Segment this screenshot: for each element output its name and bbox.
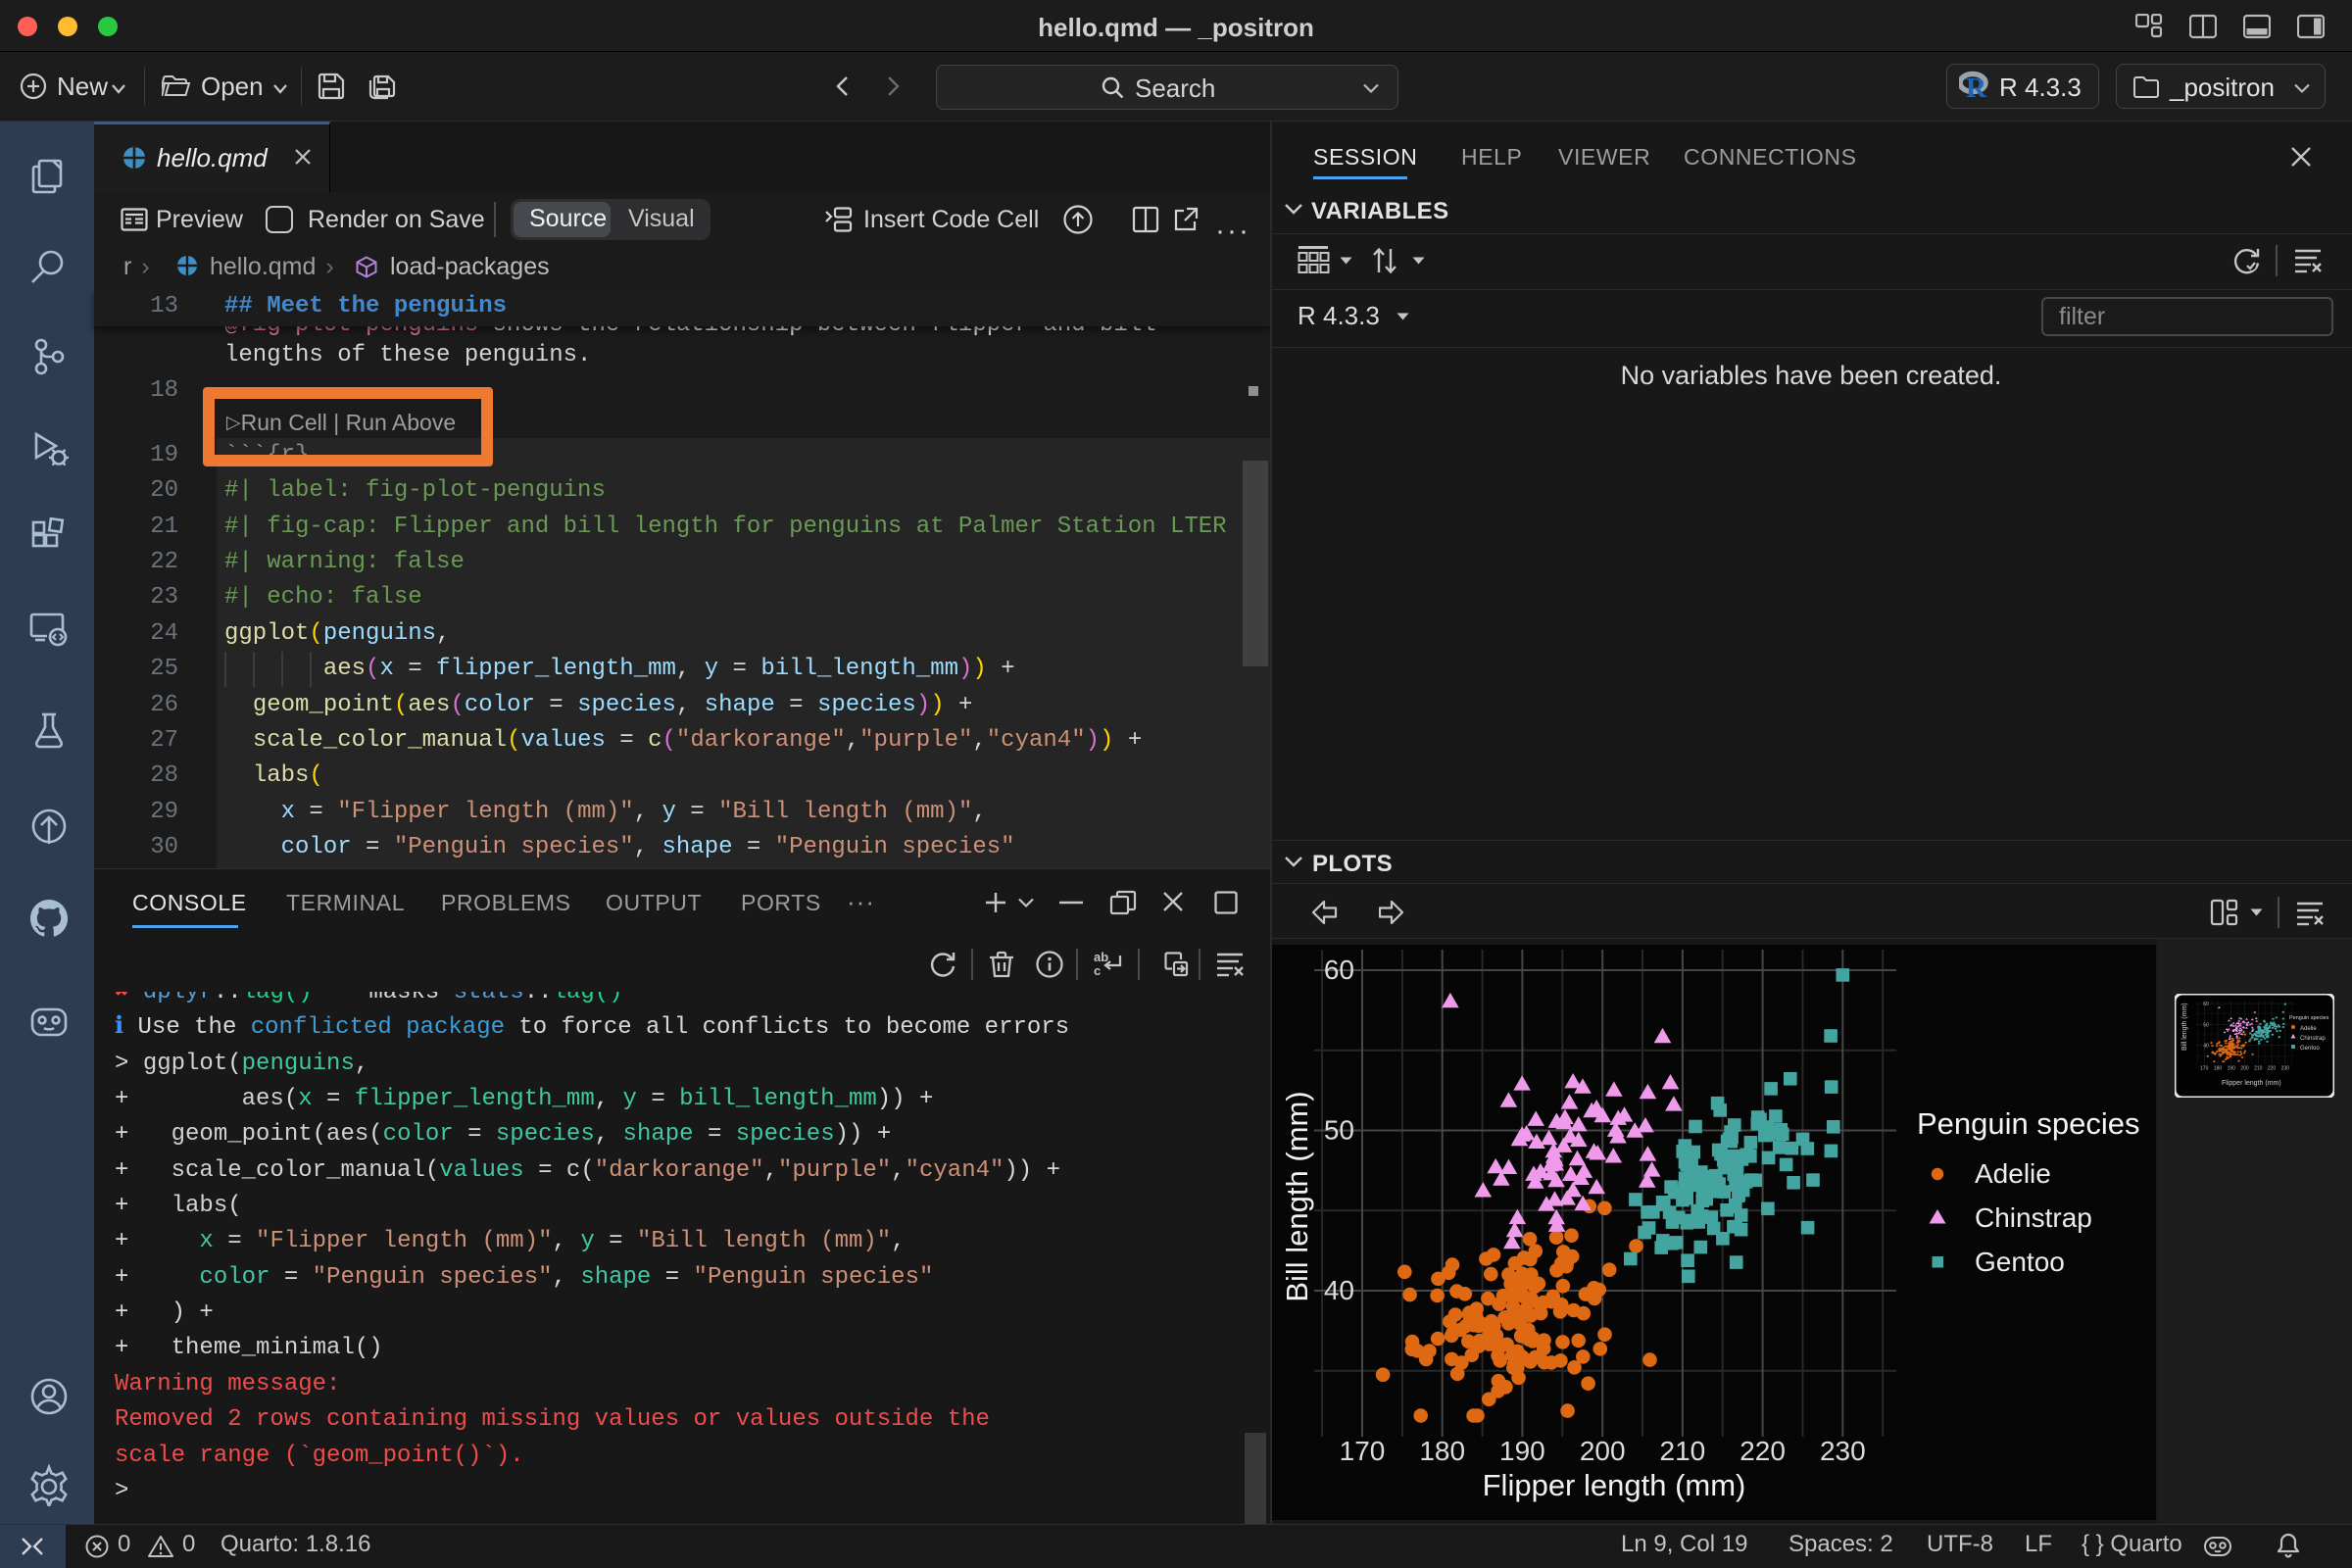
svg-text:220: 220 [1740, 1436, 1786, 1466]
svg-text:190: 190 [1499, 1436, 1545, 1466]
svg-text:Penguin species: Penguin species [1917, 1106, 2140, 1141]
svg-text:Penguin species: Penguin species [2289, 1015, 2329, 1021]
svg-text:170: 170 [1340, 1436, 1386, 1466]
svg-text:190: 190 [2228, 1066, 2236, 1072]
svg-text:Flipper length (mm): Flipper length (mm) [2222, 1080, 2281, 1087]
svg-text:R: R [1966, 73, 1987, 100]
svg-text:200: 200 [2240, 1066, 2249, 1072]
svg-text:60: 60 [1324, 955, 1354, 985]
svg-text:Adelie: Adelie [2300, 1026, 2317, 1032]
svg-text:60: 60 [2203, 1002, 2209, 1007]
svg-text:200: 200 [1580, 1436, 1626, 1466]
svg-text:ab: ab [1094, 950, 1108, 964]
svg-text:Chinstrap: Chinstrap [1975, 1202, 2092, 1233]
svg-text:50: 50 [1324, 1115, 1354, 1146]
svg-text:c: c [1094, 963, 1101, 978]
svg-text:210: 210 [2254, 1066, 2263, 1072]
svg-text:180: 180 [1419, 1436, 1465, 1466]
svg-text:50: 50 [2203, 1022, 2209, 1028]
svg-text:40: 40 [1324, 1275, 1354, 1305]
svg-text:210: 210 [1660, 1436, 1706, 1466]
svg-text:Bill length (mm): Bill length (mm) [1280, 1091, 1314, 1301]
svg-text:Bill length (mm): Bill length (mm) [2181, 1003, 2188, 1051]
svg-text:230: 230 [1820, 1436, 1866, 1466]
svg-text:Chinstrap: Chinstrap [2300, 1036, 2326, 1042]
svg-text:Adelie: Adelie [1975, 1158, 2051, 1189]
svg-text:170: 170 [2200, 1066, 2209, 1072]
svg-text:40: 40 [2203, 1044, 2209, 1050]
svg-text:Flipper length (mm): Flipper length (mm) [1483, 1468, 1746, 1502]
svg-text:Gentoo: Gentoo [1975, 1247, 2065, 1277]
svg-text:Gentoo: Gentoo [2300, 1046, 2320, 1052]
svg-text:230: 230 [2281, 1066, 2290, 1072]
svg-text:220: 220 [2268, 1066, 2277, 1072]
svg-text:180: 180 [2214, 1066, 2223, 1072]
